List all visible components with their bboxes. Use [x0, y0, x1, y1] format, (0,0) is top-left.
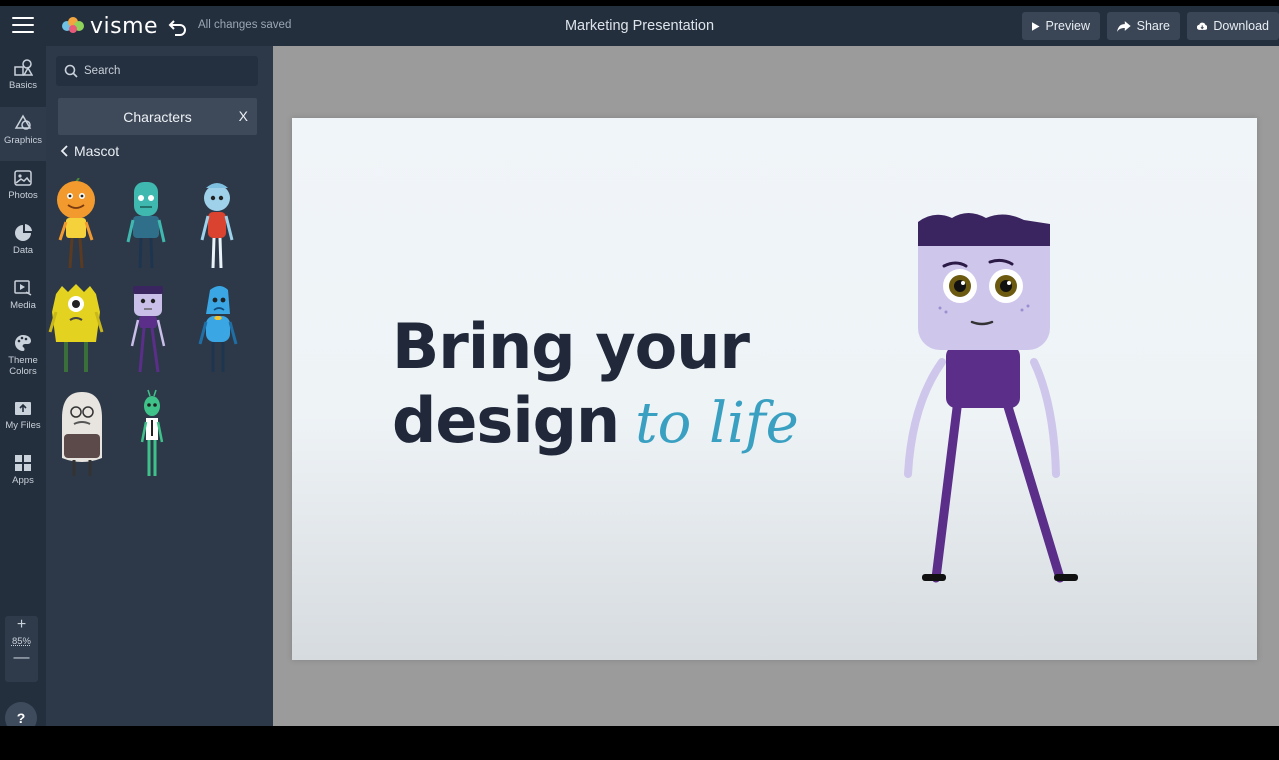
category-title: Characters [123, 109, 192, 125]
headline-line-2: design to life [392, 384, 799, 461]
chevron-left-icon [60, 145, 68, 157]
rail-label: Apps [12, 475, 34, 486]
search-input[interactable] [84, 56, 254, 86]
visme-logo-icon [62, 17, 84, 33]
graphics-icon [14, 114, 32, 130]
zoom-in-button[interactable]: + [5, 616, 38, 634]
zoom-control: + 85% — [5, 616, 38, 682]
upload-icon [15, 402, 31, 415]
photo-icon [14, 170, 32, 186]
save-status: All changes saved [198, 19, 292, 31]
rail-item-my-files[interactable]: My Files [0, 392, 46, 446]
zoom-level[interactable]: 85% [5, 636, 38, 647]
headline-script-text: to life [635, 391, 799, 456]
search-icon [64, 64, 78, 78]
rail-item-apps[interactable]: Apps [0, 447, 46, 501]
download-label: Download [1213, 19, 1269, 33]
rail-label: Media [10, 300, 36, 311]
purple-mascot-character[interactable] [894, 204, 1094, 584]
tool-rail: Basics Graphics Photos Data Media Theme … [0, 46, 46, 726]
headline-word-design: design [392, 384, 620, 457]
rail-item-media[interactable]: Media [0, 272, 46, 326]
visme-logo[interactable]: visme [60, 12, 158, 40]
play-icon [1032, 21, 1040, 31]
preview-button[interactable]: Preview [1022, 12, 1100, 40]
back-label: Mascot [74, 143, 120, 159]
rail-item-basics[interactable]: Basics [0, 52, 46, 106]
help-button[interactable]: ? [5, 702, 37, 726]
rail-label: Photos [8, 190, 38, 201]
rail-label: My Files [5, 420, 41, 431]
mascot-teal-thumb[interactable] [116, 178, 176, 274]
headline-line-1: Bring your [392, 310, 750, 383]
mascot-grandpa-thumb[interactable] [52, 386, 112, 482]
mascot-blue-thumb[interactable] [186, 282, 246, 378]
mascot-green-alien-thumb[interactable] [122, 386, 182, 482]
palette-icon [15, 335, 31, 351]
rail-item-photos[interactable]: Photos [0, 162, 46, 216]
close-category-button[interactable]: X [239, 108, 248, 124]
back-to-mascot-button[interactable]: Mascot [60, 143, 119, 159]
cloud-download-icon [1197, 22, 1208, 30]
rail-label: Data [12, 245, 34, 256]
menu-icon[interactable] [12, 17, 34, 35]
media-icon [14, 280, 32, 296]
category-header: Characters X [58, 98, 257, 135]
zoom-out-button[interactable]: — [5, 649, 38, 667]
library-panel: Characters X Mascot [46, 46, 273, 726]
visme-editor: visme All changes saved Marketing Presen… [0, 6, 1279, 726]
share-button[interactable]: Share [1107, 12, 1180, 40]
share-label: Share [1136, 19, 1170, 33]
top-bar: visme All changes saved Marketing Presen… [0, 6, 1279, 46]
rail-label: Graphics [3, 135, 42, 146]
mascot-purple-thumb[interactable] [116, 282, 176, 378]
brand-name: visme [90, 13, 159, 39]
mascot-orange-thumb[interactable] [46, 178, 106, 274]
mascot-blue-red-thumb[interactable] [186, 178, 246, 274]
rail-item-theme-colors[interactable]: Theme Colors [0, 327, 46, 389]
mascot-yellow-monster-thumb[interactable] [46, 282, 106, 378]
rail-label: Basics [9, 80, 37, 91]
apps-grid-icon [15, 455, 31, 471]
download-button[interactable]: Download [1187, 12, 1279, 40]
rail-item-graphics[interactable]: Graphics [0, 107, 46, 161]
slide-canvas[interactable]: Bring your design to life [292, 118, 1257, 660]
undo-icon[interactable] [168, 16, 188, 36]
rail-item-data[interactable]: Data [0, 217, 46, 271]
share-arrow-icon [1117, 20, 1131, 32]
pie-chart-icon [15, 224, 32, 241]
preview-label: Preview [1045, 19, 1090, 33]
shapes-icon [14, 59, 33, 76]
headline-text[interactable]: Bring your design to life [392, 310, 799, 461]
search-box [56, 56, 258, 86]
rail-label: Theme Colors [8, 355, 38, 377]
